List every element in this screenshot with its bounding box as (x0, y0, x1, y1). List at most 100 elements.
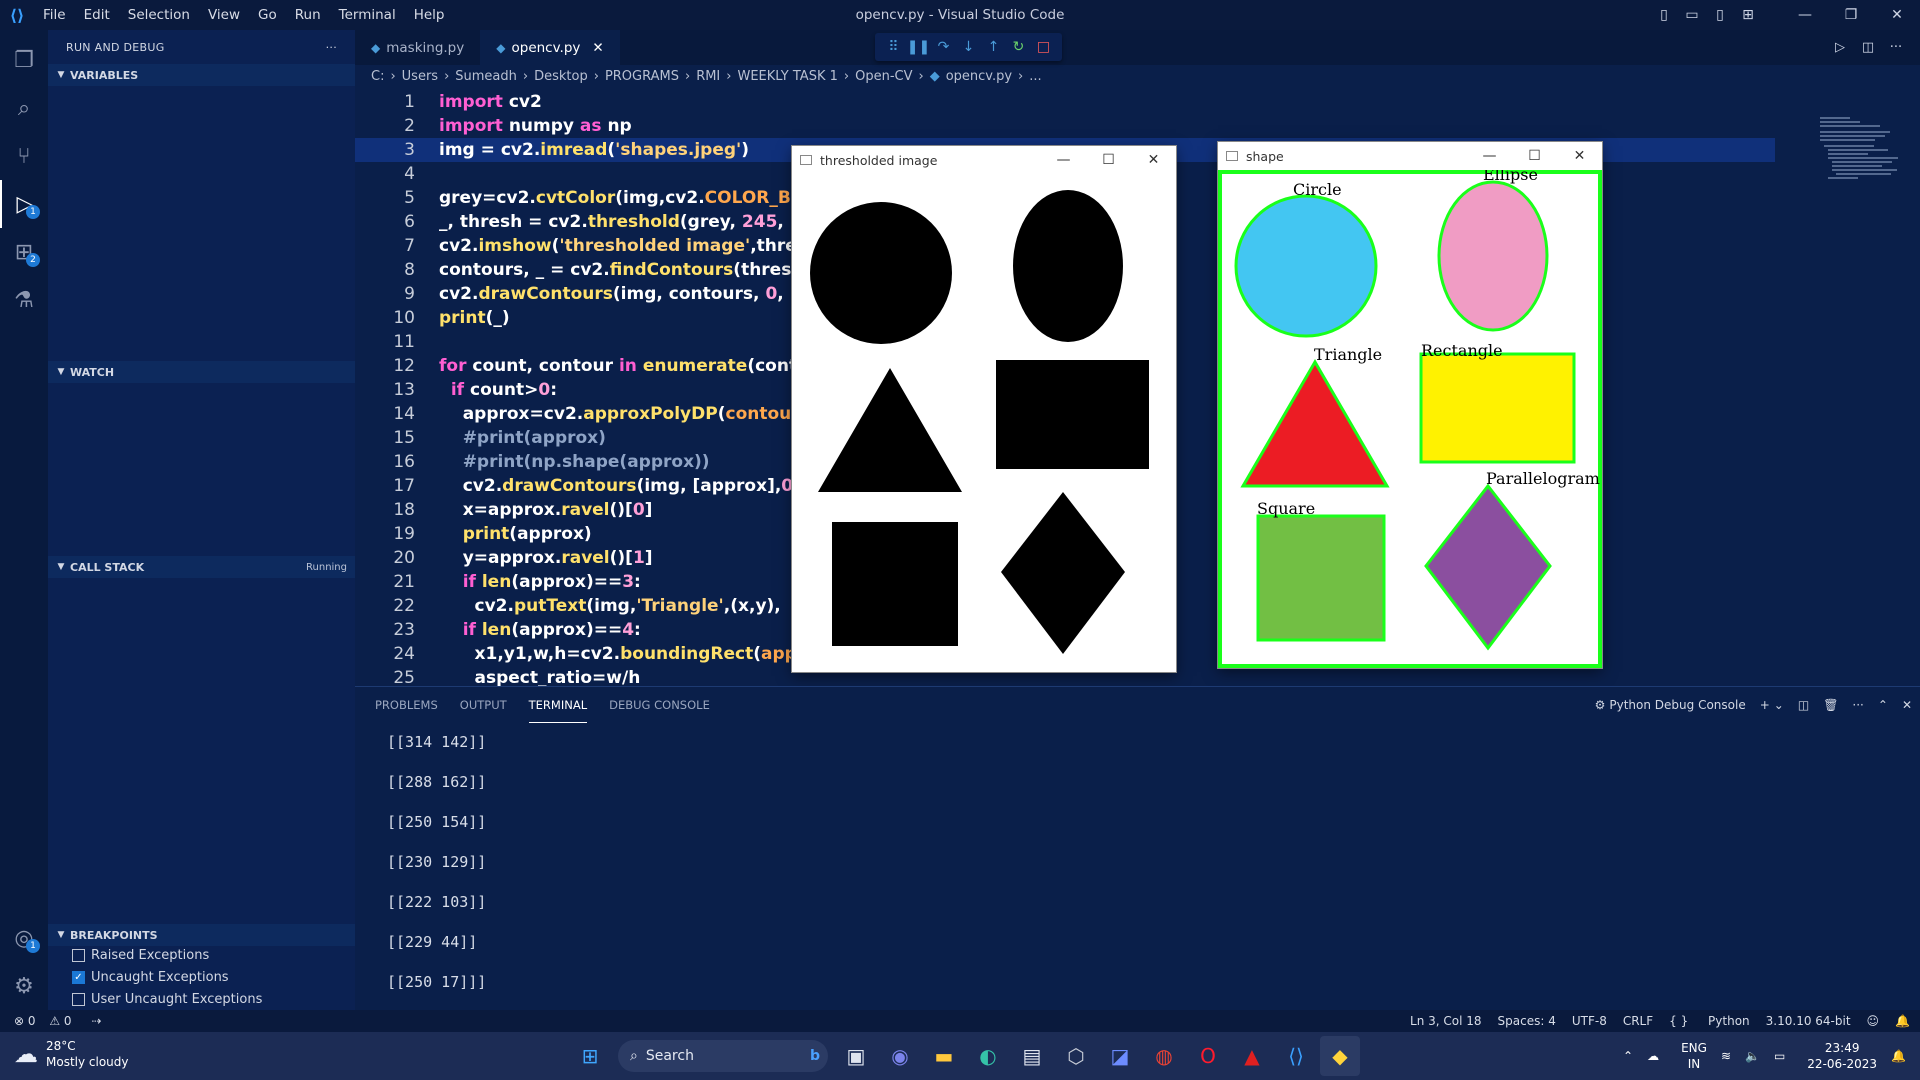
breadcrumb-item[interactable]: PROGRAMS (605, 69, 679, 84)
editor-more-icon[interactable]: ··· (1882, 40, 1910, 55)
split-editor-icon[interactable]: ◫ (1854, 40, 1882, 55)
watch-section[interactable]: ▼ WATCH (48, 361, 355, 383)
testing-icon[interactable]: ⚗ (0, 276, 48, 324)
maximize-panel-icon[interactable]: ⌃ (1878, 698, 1888, 712)
tab-problems[interactable]: PROBLEMS (375, 687, 438, 723)
debug-status-icon[interactable]: ⇢ (92, 1014, 102, 1028)
wifi-icon[interactable]: ≋ (1721, 1049, 1731, 1063)
acrobat-icon[interactable]: ▲ (1232, 1036, 1272, 1076)
menu-help[interactable]: Help (405, 0, 454, 30)
teams-chat-icon[interactable]: ◉ (880, 1036, 920, 1076)
breakpoint-user-uncaught-exceptions[interactable]: User Uncaught Exceptions (72, 992, 262, 1007)
drag-handle-icon[interactable]: ⠿ (881, 39, 906, 55)
menu-selection[interactable]: Selection (119, 0, 199, 30)
shape-window-titlebar[interactable]: shape — ☐ ✕ (1218, 142, 1602, 170)
tab-debug-console[interactable]: DEBUG CONSOLE (609, 687, 710, 723)
run-file-icon[interactable]: ▷ (1826, 40, 1854, 55)
explorer-icon[interactable]: ❐ (0, 36, 48, 84)
store-icon[interactable]: ▤ (1012, 1036, 1052, 1076)
language-mode[interactable]: { } Python (1669, 1014, 1750, 1028)
cursor-position[interactable]: Ln 3, Col 18 (1410, 1014, 1482, 1028)
terminal-selector[interactable]: Python Debug Console (1609, 698, 1745, 712)
close-button[interactable]: ✕ (1557, 142, 1602, 170)
minimize-button[interactable]: — (1782, 7, 1828, 23)
file-explorer-icon[interactable]: ▬ (924, 1036, 964, 1076)
show-hidden-icons-icon[interactable]: ⌃ (1623, 1049, 1633, 1063)
step-out-icon[interactable]: ↑ (981, 39, 1006, 55)
chrome-icon[interactable]: ◍ (1144, 1036, 1184, 1076)
tab-terminal[interactable]: TERMINAL (528, 687, 588, 723)
breadcrumb-item[interactable]: RMI (696, 69, 720, 84)
step-over-icon[interactable]: ↷ (931, 39, 956, 55)
kill-terminal-icon[interactable]: 🗑 (1823, 698, 1838, 712)
minimize-button[interactable]: — (1041, 146, 1086, 174)
opera-icon[interactable]: O (1188, 1036, 1228, 1076)
menu-go[interactable]: Go (249, 0, 286, 30)
close-button[interactable]: ✕ (1131, 146, 1176, 174)
encoding[interactable]: UTF-8 (1572, 1014, 1607, 1028)
unity-icon[interactable]: ⬡ (1056, 1036, 1096, 1076)
tab-masking[interactable]: ◆ masking.py (355, 30, 480, 65)
toggle-sidebar-icon[interactable]: ▯ (1650, 7, 1678, 23)
tab-output[interactable]: OUTPUT (460, 687, 507, 723)
python-taskbar-icon[interactable]: ◆ (1320, 1036, 1360, 1076)
breadcrumb-item[interactable]: Desktop (534, 69, 588, 84)
call-stack-section[interactable]: ▼ CALL STACK Running (48, 556, 355, 578)
step-into-icon[interactable]: ↓ (956, 39, 981, 55)
thresholded-image-window[interactable]: thresholded image — ☐ ✕ (792, 146, 1176, 672)
onedrive-icon[interactable]: ☁ (1647, 1049, 1659, 1063)
menu-edit[interactable]: Edit (75, 0, 119, 30)
menu-terminal[interactable]: Terminal (330, 0, 405, 30)
notification-bell-icon[interactable]: 🔔 (1891, 1049, 1906, 1063)
checkbox[interactable] (72, 993, 85, 1006)
more-actions-icon[interactable]: ··· (326, 41, 337, 54)
stop-icon[interactable]: □ (1031, 39, 1056, 55)
breadcrumb-item[interactable]: Users (402, 69, 438, 84)
app-icon[interactable]: ◪ (1100, 1036, 1140, 1076)
minimize-button[interactable]: — (1467, 142, 1512, 170)
settings-gear-icon[interactable]: ⚙ (0, 962, 48, 1010)
menu-run[interactable]: Run (286, 0, 330, 30)
account-icon[interactable]: ◎ 1 (0, 914, 48, 962)
customize-layout-icon[interactable]: ⊞ (1734, 7, 1762, 23)
feedback-icon[interactable]: ☺ (1867, 1014, 1880, 1028)
breadcrumb-item[interactable]: Sumeadh (455, 69, 517, 84)
battery-icon[interactable]: ▭ (1774, 1049, 1785, 1063)
task-view-icon[interactable]: ▣ (836, 1036, 876, 1076)
extensions-icon[interactable]: ⊞ 2 (0, 228, 48, 276)
tab-opencv[interactable]: ◆ opencv.py ✕ (480, 30, 620, 65)
breadcrumb-item[interactable]: Open-CV (855, 69, 912, 84)
breakpoints-section[interactable]: ▼ BREAKPOINTS (48, 924, 355, 946)
search-icon[interactable]: ⌕ (0, 84, 48, 132)
breadcrumb-item[interactable]: ... (1029, 69, 1041, 84)
new-terminal-icon[interactable]: + (1760, 698, 1770, 712)
maximize-button[interactable]: ☐ (1512, 142, 1557, 170)
chevron-down-icon[interactable]: ⌄ (1774, 698, 1784, 712)
menu-file[interactable]: File (34, 0, 75, 30)
weather-widget[interactable]: ☁ 28°C Mostly cloudy (14, 1038, 129, 1070)
pause-icon[interactable]: ❚❚ (906, 39, 931, 55)
start-windows-icon[interactable]: ⊞ (570, 1036, 610, 1076)
notifications-bell-icon[interactable]: 🔔 (1895, 1014, 1910, 1028)
split-terminal-icon[interactable]: ◫ (1798, 698, 1809, 712)
restart-icon[interactable]: ↻ (1006, 39, 1031, 55)
vscode-taskbar-icon[interactable]: ⟨⟩ (1276, 1036, 1316, 1076)
source-control-icon[interactable]: ⑂ (0, 132, 48, 180)
problems-indicator[interactable]: ⊗ 0 ⚠ 0 (14, 1014, 82, 1028)
breakpoint-raised-exceptions[interactable]: Raised Exceptions (72, 948, 209, 963)
checkbox[interactable] (72, 949, 85, 962)
line-ending[interactable]: CRLF (1623, 1014, 1653, 1028)
clock[interactable]: 23:49 22-06-2023 (1807, 1040, 1877, 1072)
maximize-button[interactable]: ☐ (1086, 146, 1131, 174)
panel-more-icon[interactable]: ··· (1852, 698, 1863, 712)
thresholded-window-titlebar[interactable]: thresholded image — ☐ ✕ (792, 146, 1176, 174)
breadcrumb-item[interactable]: WEEKLY TASK 1 (737, 69, 837, 84)
minimap[interactable] (1810, 87, 1920, 687)
breadcrumb-item[interactable]: opencv.py (946, 69, 1012, 84)
close-tab-icon[interactable]: ✕ (592, 40, 603, 56)
checkbox[interactable]: ✓ (72, 971, 85, 984)
shape-window[interactable]: shape — ☐ ✕ Circle Ellipse Triangle Rect… (1218, 142, 1602, 668)
taskbar-search[interactable]: ⌕ Search b (618, 1040, 828, 1072)
variables-section[interactable]: ▼ VARIABLES (48, 64, 355, 86)
breakpoint-uncaught-exceptions[interactable]: ✓ Uncaught Exceptions (72, 970, 229, 985)
